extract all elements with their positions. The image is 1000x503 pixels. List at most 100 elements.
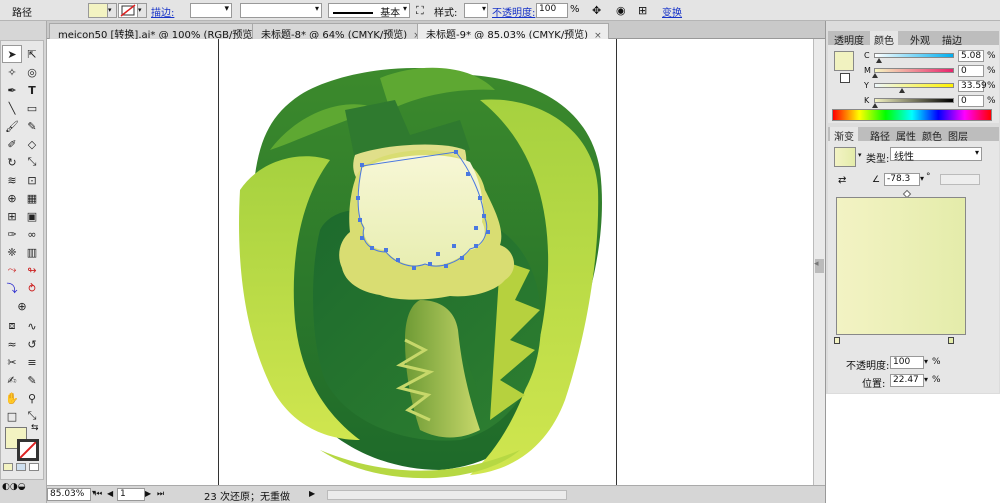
color-spectrum[interactable] xyxy=(832,109,992,121)
c-value[interactable]: 5.08 xyxy=(958,50,984,62)
brush-definition[interactable]: 基本 ▾ xyxy=(328,3,410,19)
panel-collapse-handle[interactable]: ◂ xyxy=(814,259,819,269)
tab-attributes[interactable]: 属性 xyxy=(892,127,920,143)
opacity-link[interactable]: 不透明度: xyxy=(492,4,535,19)
swap-colors-icon[interactable]: ⇆ xyxy=(31,423,39,433)
zoom-tool-icon[interactable]: ⚲ xyxy=(22,389,42,407)
blob-brush-icon[interactable]: ✐ xyxy=(2,135,22,153)
width-tool-icon[interactable]: ⤳ xyxy=(2,261,22,279)
align-icon[interactable]: ⊞ xyxy=(638,4,647,17)
crosshair-icon[interactable]: ⊕ xyxy=(12,297,32,315)
free-transform-icon[interactable]: ⊡ xyxy=(22,171,42,189)
eyedropper-icon[interactable]: ✑ xyxy=(2,225,22,243)
transform-link[interactable]: 变换 xyxy=(662,4,682,19)
stroke-swatch[interactable] xyxy=(840,73,850,83)
y-slider-knob[interactable] xyxy=(899,88,905,93)
gradient-stop-start[interactable] xyxy=(834,337,840,344)
scissors-icon[interactable]: ✂ xyxy=(2,353,22,371)
tab-layers[interactable]: 图层 xyxy=(944,127,972,143)
mesh-tool-icon[interactable]: ⊞ xyxy=(2,207,22,225)
hand-tool-icon[interactable]: ✋ xyxy=(2,389,22,407)
stroke-dropdown-arrow[interactable]: ▾ xyxy=(138,3,147,18)
magic-wand-icon[interactable]: ✧ xyxy=(2,63,22,81)
tab-appearance[interactable]: 外观 xyxy=(906,31,934,47)
opacity-input[interactable]: 100 xyxy=(536,3,568,18)
y-slider[interactable] xyxy=(874,83,954,88)
stroke-none-swatch[interactable] xyxy=(118,3,138,18)
color-swatch[interactable] xyxy=(834,51,854,71)
print-tiling-icon[interactable]: □ xyxy=(2,407,22,425)
rotate-tool-icon[interactable]: ↻ xyxy=(2,153,22,171)
k-slider[interactable] xyxy=(874,98,954,103)
gradient-preview-swatch[interactable] xyxy=(834,147,856,167)
direct-selection-icon[interactable]: ⇱ xyxy=(22,45,42,63)
column-graph-icon[interactable]: ▥ xyxy=(22,243,42,261)
eraser-icon[interactable]: ◇ xyxy=(22,135,42,153)
shape-builder-icon[interactable]: ⊕ xyxy=(2,189,22,207)
gradient-slider-preview[interactable] xyxy=(836,197,966,335)
live-paint-icon[interactable]: ✍ xyxy=(2,371,22,389)
knife-icon[interactable]: ≡ xyxy=(22,353,42,371)
stop-location-arrow[interactable]: ▾ xyxy=(924,375,928,384)
y-value[interactable]: 33.59 xyxy=(958,80,987,92)
horizontal-scrollbar[interactable] xyxy=(327,490,567,500)
zoom-field[interactable]: 85.03% xyxy=(47,488,91,501)
first-artboard-icon[interactable]: ⏮ xyxy=(95,489,102,499)
pepper-illustration[interactable] xyxy=(220,55,620,485)
line-tool-icon[interactable]: ╲ xyxy=(2,99,22,117)
tab-pathfinder[interactable]: 路径 xyxy=(866,127,894,143)
fill-swatch[interactable] xyxy=(88,3,108,18)
color-mode-icon[interactable] xyxy=(3,463,13,471)
slice-tool-icon[interactable]: ∿ xyxy=(22,317,42,335)
paintbrush-icon[interactable]: 🖌 xyxy=(2,117,22,135)
stop-location-input[interactable]: 22.47 xyxy=(890,374,924,387)
status-menu-arrow[interactable]: ▶ xyxy=(309,489,315,498)
k-value[interactable]: 0 xyxy=(958,95,984,107)
tab-document-1[interactable]: meicon50 [转换].ai* @ 100% (RGB/预览)× xyxy=(49,23,277,41)
type-tool-icon[interactable]: T xyxy=(22,81,42,99)
recolor-icon[interactable]: ✥ xyxy=(592,4,601,17)
angle-input[interactable]: -78.3 xyxy=(884,173,920,186)
artboard-tool-icon[interactable]: ⧈ xyxy=(2,317,22,335)
gradient-preview-arrow[interactable]: ▾ xyxy=(858,151,862,159)
scale-tool-icon[interactable]: ⤡ xyxy=(22,153,42,171)
twirl-icon[interactable]: ↺ xyxy=(22,335,42,353)
graphic-style-swatch[interactable]: ▾ xyxy=(464,3,488,18)
k-slider-knob[interactable] xyxy=(872,103,878,108)
stroke-weight-field[interactable]: ▾ xyxy=(190,3,232,18)
angle-dropdown-arrow[interactable]: ▾ xyxy=(920,174,924,183)
none-mode-icon[interactable] xyxy=(29,463,39,471)
tab-stroke[interactable]: 描边 xyxy=(938,31,966,47)
isolate-icon[interactable]: ◉ xyxy=(616,4,626,17)
gradient-stop-end[interactable] xyxy=(948,337,954,344)
anchor-convert-icon[interactable]: ⥁ xyxy=(22,279,42,297)
last-artboard-icon[interactable]: ⏭ xyxy=(157,489,164,499)
lasso-icon[interactable]: ◎ xyxy=(22,63,42,81)
tab-color[interactable]: 颜色 xyxy=(870,31,898,47)
m-value[interactable]: 0 xyxy=(958,65,984,77)
liquify-icon[interactable]: ≈ xyxy=(2,335,22,353)
m-slider[interactable] xyxy=(874,68,954,73)
selection-tool-icon[interactable]: ➤ xyxy=(2,45,22,63)
gradient-tool-icon[interactable]: ▣ xyxy=(22,207,42,225)
pen-tool-icon[interactable]: ✒ xyxy=(2,81,22,99)
live-paint-select-icon[interactable]: ✎ xyxy=(22,371,42,389)
tab-color-2[interactable]: 颜色 xyxy=(918,127,946,143)
tab-gradient[interactable]: 渐变 xyxy=(830,127,858,143)
stroke-color-box[interactable] xyxy=(17,439,39,461)
tab-transparency[interactable]: 透明度 xyxy=(830,31,868,47)
artboard-number-field[interactable]: 1 xyxy=(117,488,145,501)
tab-document-3[interactable]: 未标题-9* @ 85.03% (CMYK/预览) × xyxy=(417,23,609,41)
reverse-gradient-icon[interactable]: ⇄ xyxy=(838,175,846,186)
c-slider[interactable] xyxy=(874,53,954,58)
graphic-style-icon[interactable]: ⛶ xyxy=(416,4,424,18)
symbol-sprayer-icon[interactable]: ❈ xyxy=(2,243,22,261)
blend-tool-icon[interactable]: ∞ xyxy=(22,225,42,243)
anchor-add-icon[interactable]: ⤵ xyxy=(2,279,22,297)
pencil-icon[interactable]: ✎ xyxy=(22,117,42,135)
c-slider-knob[interactable] xyxy=(876,58,882,63)
reshape-tool-icon[interactable]: ↬ xyxy=(22,261,42,279)
variable-width-profile[interactable]: ▾ xyxy=(240,3,322,18)
warp-tool-icon[interactable]: ≋ xyxy=(2,171,22,189)
rectangle-tool-icon[interactable]: ▭ xyxy=(22,99,42,117)
